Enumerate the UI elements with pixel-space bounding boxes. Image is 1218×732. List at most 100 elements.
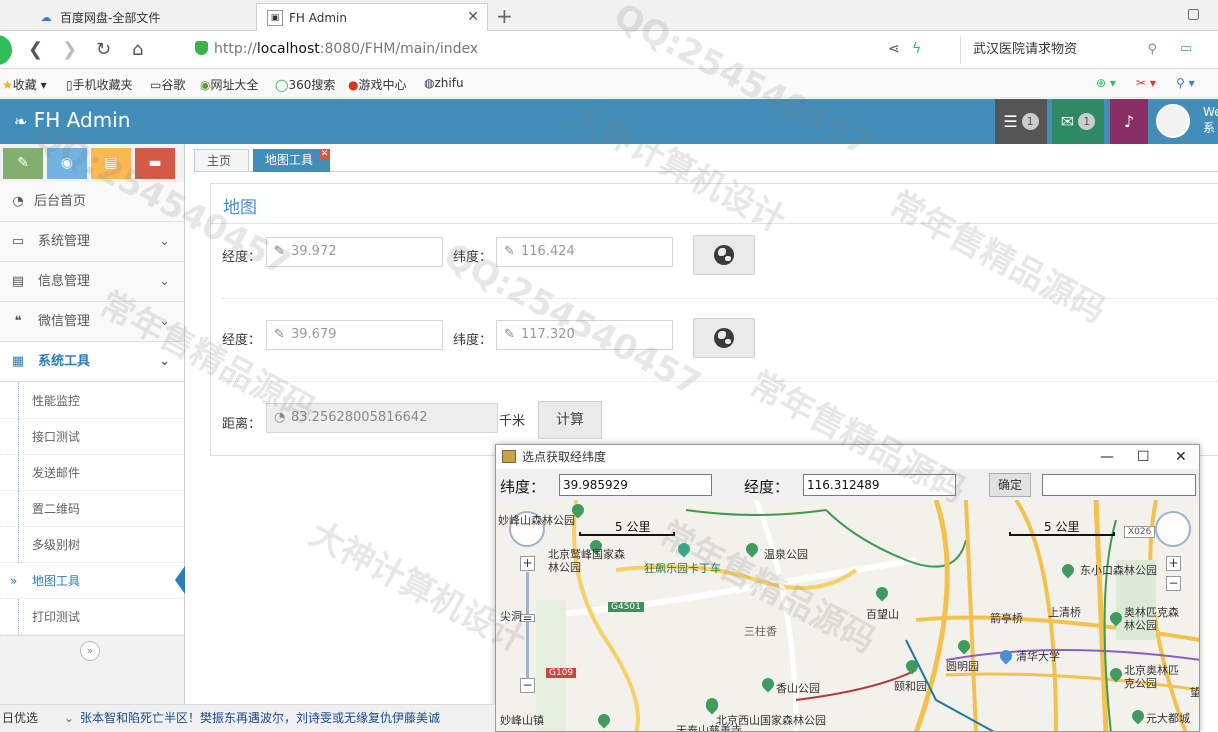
bookmark-hao[interactable]: ◉网址大全: [200, 76, 259, 93]
messages-button[interactable]: ✉ 1: [1052, 99, 1104, 144]
sidebar-subitem[interactable]: 多级别树: [0, 527, 184, 563]
notifications-button[interactable]: ♪: [1110, 99, 1148, 144]
zoom-out-icon[interactable]: −: [1166, 576, 1181, 591]
close-tab-icon[interactable]: ✕: [467, 9, 479, 25]
map-place-label: 颐和园: [894, 680, 927, 693]
user-info[interactable]: We 系: [1203, 104, 1218, 136]
sidebar-subitem-active[interactable]: » 地图工具: [0, 563, 184, 599]
url-field[interactable]: http://localhost:8080/FHM/main/index: [195, 41, 478, 57]
calculate-button[interactable]: 计算: [538, 401, 602, 439]
shortcut-eye-button[interactable]: ◉: [47, 148, 87, 179]
map-place-label: 箭亭桥: [990, 612, 1023, 625]
row2-pick-map-button[interactable]: [693, 318, 755, 358]
status-left-text[interactable]: 日优选: [2, 705, 38, 731]
browser-shirt-icon[interactable]: ▢: [1187, 6, 1200, 22]
forward-icon[interactable]: ❯: [62, 39, 77, 60]
bookmark-zhifu[interactable]: ◍zhifu: [424, 76, 464, 90]
map-place-label: 清华大学: [1016, 650, 1060, 663]
sidebar-collapse-icon[interactable]: »: [80, 641, 100, 661]
minimize-icon[interactable]: —: [1100, 445, 1114, 469]
sidebar-footer: »: [0, 635, 184, 685]
zoom-out-icon[interactable]: −: [520, 678, 535, 693]
zoom-slider-handle[interactable]: =: [520, 612, 535, 624]
row1-pick-map-button[interactable]: [693, 235, 755, 275]
back-icon[interactable]: ❮: [28, 39, 43, 60]
row2-lng-input[interactable]: ✎ 39.679: [266, 320, 443, 350]
map-lat-input[interactable]: 39.985929: [559, 474, 712, 496]
distance-label: 距离：: [222, 417, 262, 432]
map-place-label: 天泰山慈善寺: [676, 724, 742, 732]
sidebar-item-wechat-manage[interactable]: ❝ 微信管理 ⌄: [0, 302, 184, 342]
tasks-button[interactable]: ☰ 1: [995, 99, 1047, 144]
bell-icon: ♪: [1123, 112, 1135, 131]
shortcut-folder-button[interactable]: ▬: [135, 148, 175, 179]
list-icon: ▤: [11, 274, 25, 289]
avatar[interactable]: [1156, 104, 1190, 138]
sidebar-subitem[interactable]: 打印测试: [0, 599, 184, 635]
map-scale-bar: [1009, 532, 1115, 536]
sidebar-subitem[interactable]: 性能监控: [0, 383, 184, 419]
shortcut-book-button[interactable]: ▤: [91, 148, 131, 179]
sidebar-item-info-manage[interactable]: ▤ 信息管理 ⌄: [0, 262, 184, 302]
row1-lat-input[interactable]: ✎ 116.424: [496, 237, 673, 267]
maximize-icon[interactable]: ☐: [1137, 445, 1150, 469]
browser-tab-fhadmin[interactable]: ▣ FH Admin ✕: [256, 3, 488, 31]
close-icon[interactable]: ✕: [1175, 445, 1187, 469]
map-place-label: 妙峰山镇: [500, 714, 544, 727]
sidebar-subitem[interactable]: 接口测试: [0, 419, 184, 455]
page-icon: ▭: [150, 78, 162, 92]
sidebar-item-dashboard[interactable]: ◔ 后台首页: [0, 182, 184, 222]
pin-icon: ✎: [504, 327, 515, 342]
reload-icon[interactable]: ↻: [96, 39, 111, 60]
sidebar-subitem[interactable]: 置二维码: [0, 491, 184, 527]
map-canvas[interactable]: + = − + − 5 公里 5 公里 G4501 G109 X026 妙峰山森…: [496, 500, 1199, 732]
status-news-link[interactable]: 张本智和陷死亡半区！樊振东再遇波尔，刘诗雯或无缘复仇伊藤美诚: [80, 705, 440, 731]
browser-search-box[interactable]: 武汉医院请求物资 ⚲: [960, 36, 1165, 64]
shortcut-pencil-button[interactable]: ✎: [3, 148, 43, 179]
url-prefix: http://: [214, 41, 257, 57]
home-icon[interactable]: ⌂: [132, 39, 143, 60]
row2-lat-input[interactable]: ✎ 117.320: [496, 320, 673, 350]
magnifier-icon[interactable]: ⚲ ▾: [1176, 76, 1195, 90]
map-lng-input[interactable]: 116.312489: [803, 474, 956, 496]
sidebar-item-system-manage[interactable]: ▭ 系统管理 ⌄: [0, 222, 184, 262]
search-icon[interactable]: ⚲: [1147, 36, 1157, 64]
map-extra-input[interactable]: [1042, 474, 1196, 496]
baidu-pan-icon: ☁: [40, 10, 52, 24]
browser-tab-baidu[interactable]: ☁ 百度网盘-全部文件: [28, 3, 254, 31]
bookmark-google[interactable]: ▭谷歌: [150, 76, 185, 93]
map-place-label: 东小口森林公园: [1080, 564, 1157, 577]
extension-icon[interactable]: ⊕ ▾: [1096, 76, 1116, 90]
map-place-label: 北京奥林匹克公园: [1124, 664, 1179, 690]
zoom-slider-track[interactable]: [526, 572, 529, 682]
bookmark-mobile[interactable]: ▯手机收藏夹: [66, 76, 133, 93]
app-navbar: ❧ FH Admin ☰ 1 ✉ 1 ♪ We 系: [0, 99, 1218, 144]
bookmark-favorites[interactable]: ★收藏 ▾: [2, 76, 47, 93]
map-scale-bar: [579, 532, 675, 536]
road-label: G4501: [608, 602, 644, 612]
confirm-button[interactable]: 确定: [989, 473, 1031, 497]
bookmark-360[interactable]: ◯360搜索: [275, 76, 335, 93]
tab-close-icon[interactable]: ✕: [319, 149, 330, 160]
sidebar: ✎ ◉ ▤ ▬ ◔ 后台首页 ▭ 系统管理 ⌄ ▤ 信息管理 ⌄ ❝ 微信管理 …: [0, 144, 185, 704]
game-icon: ●: [348, 78, 359, 92]
map-place-label: 北京鹫峰国家森林公园: [548, 548, 625, 574]
zoom-in-icon[interactable]: +: [1166, 556, 1181, 571]
tab-home[interactable]: 主页: [194, 149, 249, 172]
desktop-icon: ▭: [11, 234, 25, 249]
zoom-in-icon[interactable]: +: [520, 556, 535, 571]
sidebar-item-system-tools[interactable]: ▦ 系统工具 ⌄: [0, 342, 184, 382]
lightning-icon[interactable]: ϟ: [912, 41, 921, 57]
map-lng-label: 经度：: [744, 478, 790, 496]
bookmark-games[interactable]: ●游戏中心: [348, 76, 407, 93]
sidebar-subitem[interactable]: 发送邮件: [0, 455, 184, 491]
map-place-label: 尖洞: [500, 610, 522, 623]
page-icon: ▣: [267, 9, 283, 26]
chevron-down-icon[interactable]: ⌄: [64, 705, 74, 731]
scissors-icon[interactable]: ✂ ▾: [1136, 76, 1156, 90]
share-icon[interactable]: ⋖: [888, 41, 900, 57]
brand[interactable]: ❧ FH Admin: [14, 108, 130, 132]
map-pan-control[interactable]: [1155, 511, 1191, 547]
row1-lng-input[interactable]: ✎ 39.972: [266, 237, 443, 267]
new-tab-button[interactable]: +: [496, 4, 513, 28]
